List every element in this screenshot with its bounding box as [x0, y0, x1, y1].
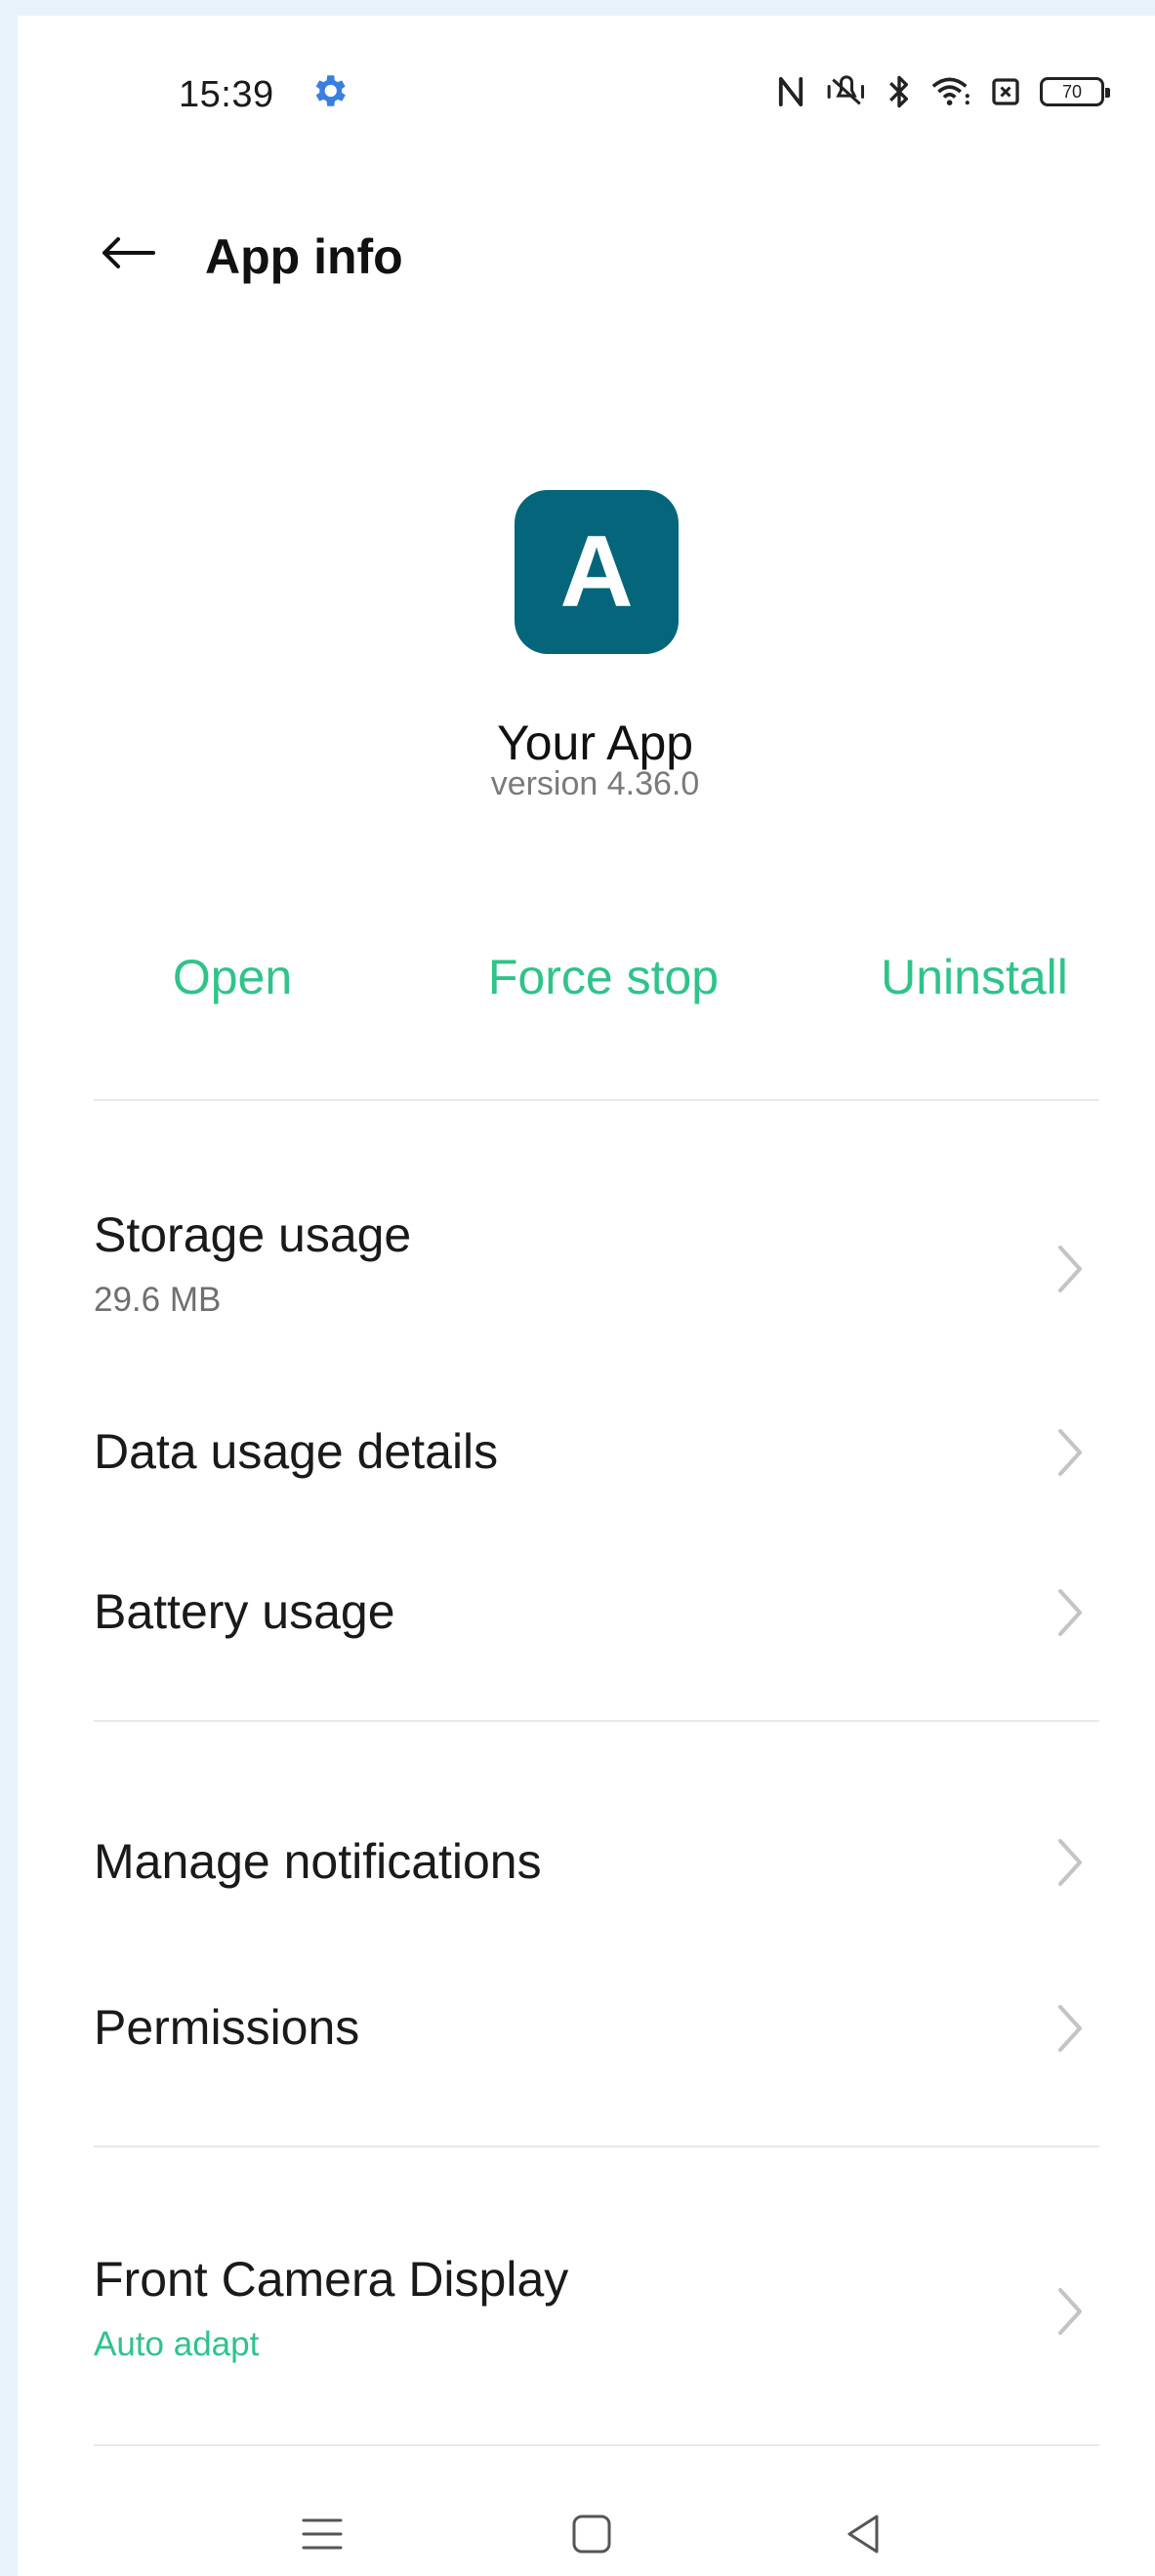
front-camera-display-item[interactable]: Front Camera Display Auto adapt: [94, 2251, 1119, 2378]
data-usage-title: Data usage details: [94, 1424, 499, 1479]
manage-notifications-item[interactable]: Manage notifications: [94, 1833, 1119, 1901]
uninstall-button[interactable]: Uninstall: [818, 949, 1131, 1005]
permissions-title: Permissions: [94, 2000, 360, 2055]
app-info-screen: 15:39 70 App info A Your App version 4.3…: [18, 16, 1155, 2576]
manage-notifications-title: Manage notifications: [94, 1834, 542, 1889]
divider: [94, 2444, 1099, 2446]
battery-level: 70: [1061, 81, 1083, 102]
storage-usage-value: 29.6 MB: [94, 1281, 222, 1319]
vibrate-icon: [827, 75, 865, 105]
app-name: Your App: [496, 716, 694, 770]
force-stop-button[interactable]: Force stop: [447, 949, 760, 1005]
nav-menu-button[interactable]: [283, 2495, 361, 2573]
battery-icon: 70: [1040, 77, 1110, 106]
app-version: version 4.36.0: [490, 765, 700, 802]
nav-home-button[interactable]: [553, 2495, 631, 2573]
home-icon: [572, 2515, 611, 2554]
bluetooth-icon: [889, 75, 908, 108]
status-time: 15:39: [179, 74, 274, 115]
front-camera-display-value: Auto adapt: [94, 2325, 260, 2363]
chevron-right-icon: [1058, 1589, 1082, 1636]
page-title: App info: [205, 229, 403, 284]
permissions-item[interactable]: Permissions: [94, 1999, 1119, 2067]
chevron-right-icon: [1058, 1246, 1082, 1292]
front-camera-display-title: Front Camera Display: [94, 2252, 569, 2307]
arrow-left-icon: [103, 237, 155, 268]
sim-off-icon: [992, 78, 1019, 105]
battery-usage-item[interactable]: Battery usage: [94, 1583, 1119, 1652]
chevron-right-icon: [1058, 1429, 1082, 1476]
back-button[interactable]: [86, 211, 170, 295]
storage-usage-title: Storage usage: [94, 1207, 412, 1262]
nav-back-button[interactable]: [824, 2495, 902, 2573]
chevron-right-icon: [1058, 2005, 1082, 2052]
settings-icon: [315, 75, 346, 106]
back-icon: [847, 2515, 879, 2554]
chevron-right-icon: [1058, 1839, 1082, 1886]
divider: [94, 2146, 1099, 2147]
status-icons: 70: [776, 70, 1110, 113]
divider: [94, 1720, 1099, 1722]
battery-usage-title: Battery usage: [94, 1584, 395, 1639]
storage-usage-item[interactable]: Storage usage 29.6 MB: [94, 1206, 1119, 1333]
app-icon-letter: A: [559, 514, 634, 629]
wifi-icon: [931, 77, 969, 105]
chevron-right-icon: [1058, 2288, 1082, 2335]
nfc-icon: [778, 76, 804, 107]
menu-icon: [302, 2518, 343, 2550]
divider: [94, 1099, 1099, 1101]
app-icon: A: [515, 490, 679, 654]
open-button[interactable]: Open: [76, 949, 389, 1005]
data-usage-item[interactable]: Data usage details: [94, 1423, 1119, 1492]
